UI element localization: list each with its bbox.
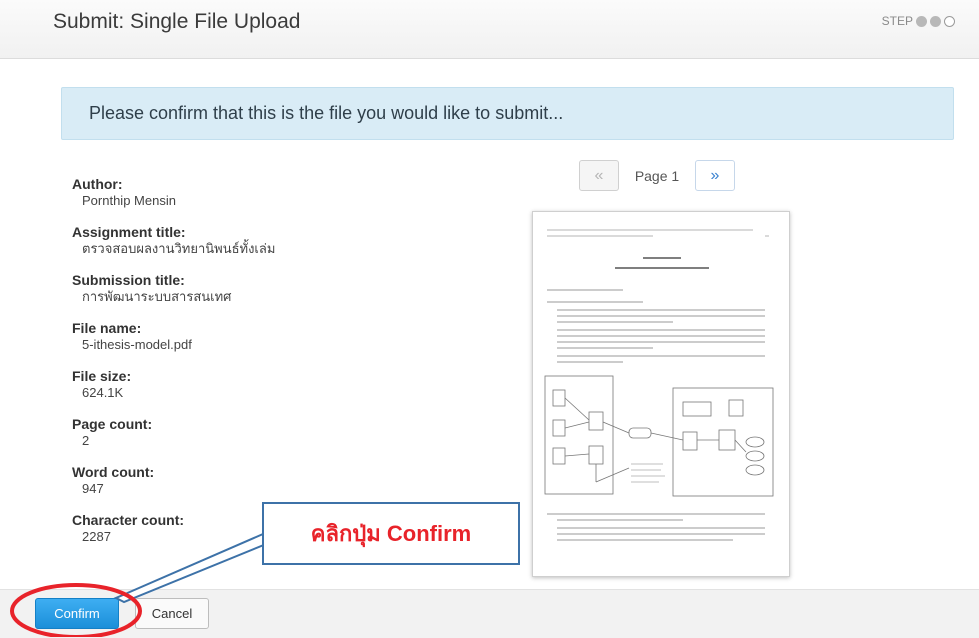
submission-label: Submission title: [72, 272, 185, 288]
step-indicator: STEP [882, 14, 955, 28]
author-label: Author: [72, 176, 123, 192]
confirm-button[interactable]: Confirm [35, 598, 119, 629]
filesize-label: File size: [72, 368, 132, 384]
filename-value: 5-ithesis-model.pdf [82, 337, 192, 352]
wordcount-value: 947 [82, 481, 104, 496]
wordcount-label: Word count: [72, 464, 155, 480]
filesize-value: 624.1K [82, 385, 124, 400]
page-title: Submit: Single File Upload [53, 10, 301, 33]
step-label: STEP [881, 14, 913, 28]
submission-value: การพัฒนาระบบสารสนเทศ [82, 289, 232, 304]
pagecount-value: 2 [82, 433, 90, 448]
cancel-button[interactable]: Cancel [135, 598, 209, 629]
filename-field: File name: 5-ithesis-model.pdf [72, 320, 372, 353]
next-page-button[interactable]: » [695, 160, 735, 191]
banner-text: Please confirm that this is the file you… [89, 103, 564, 123]
callout-text: คลิกปุ่ม Confirm [310, 521, 472, 546]
page-number-label: Page 1 [634, 167, 680, 184]
instruction-callout: คลิกปุ่ม Confirm [262, 502, 520, 565]
assignment-field: Assignment title: ตรวจสอบผลงานวิทยานิพนธ… [72, 224, 372, 257]
filename-label: File name: [72, 320, 142, 336]
author-field: Author: Pornthip Mensin [72, 176, 372, 209]
step-dot-2 [930, 15, 941, 27]
document-preview [532, 211, 790, 577]
wordcount-field: Word count: 947 [72, 464, 372, 497]
submission-field: Submission title: การพัฒนาระบบสารสนเทศ [72, 272, 372, 305]
filesize-field: File size: 624.1K [72, 368, 372, 401]
confirm-banner: Please confirm that this is the file you… [61, 87, 954, 140]
document-thumbnail-image [544, 229, 774, 541]
author-value: Pornthip Mensin [82, 193, 176, 208]
prev-page-button[interactable]: « [579, 160, 619, 191]
assignment-label: Assignment title: [72, 224, 186, 240]
step-dot-3 [944, 15, 955, 27]
assignment-value: ตรวจสอบผลงานวิทยานิพนธ์ทั้งเล่ม [82, 241, 276, 256]
header-bar: Submit: Single File Upload STEP [0, 0, 979, 59]
page-pager: « Page 1 » [579, 160, 735, 191]
step-dot-1 [916, 15, 927, 27]
pagecount-label: Page count: [72, 416, 153, 432]
pagecount-field: Page count: 2 [72, 416, 372, 449]
